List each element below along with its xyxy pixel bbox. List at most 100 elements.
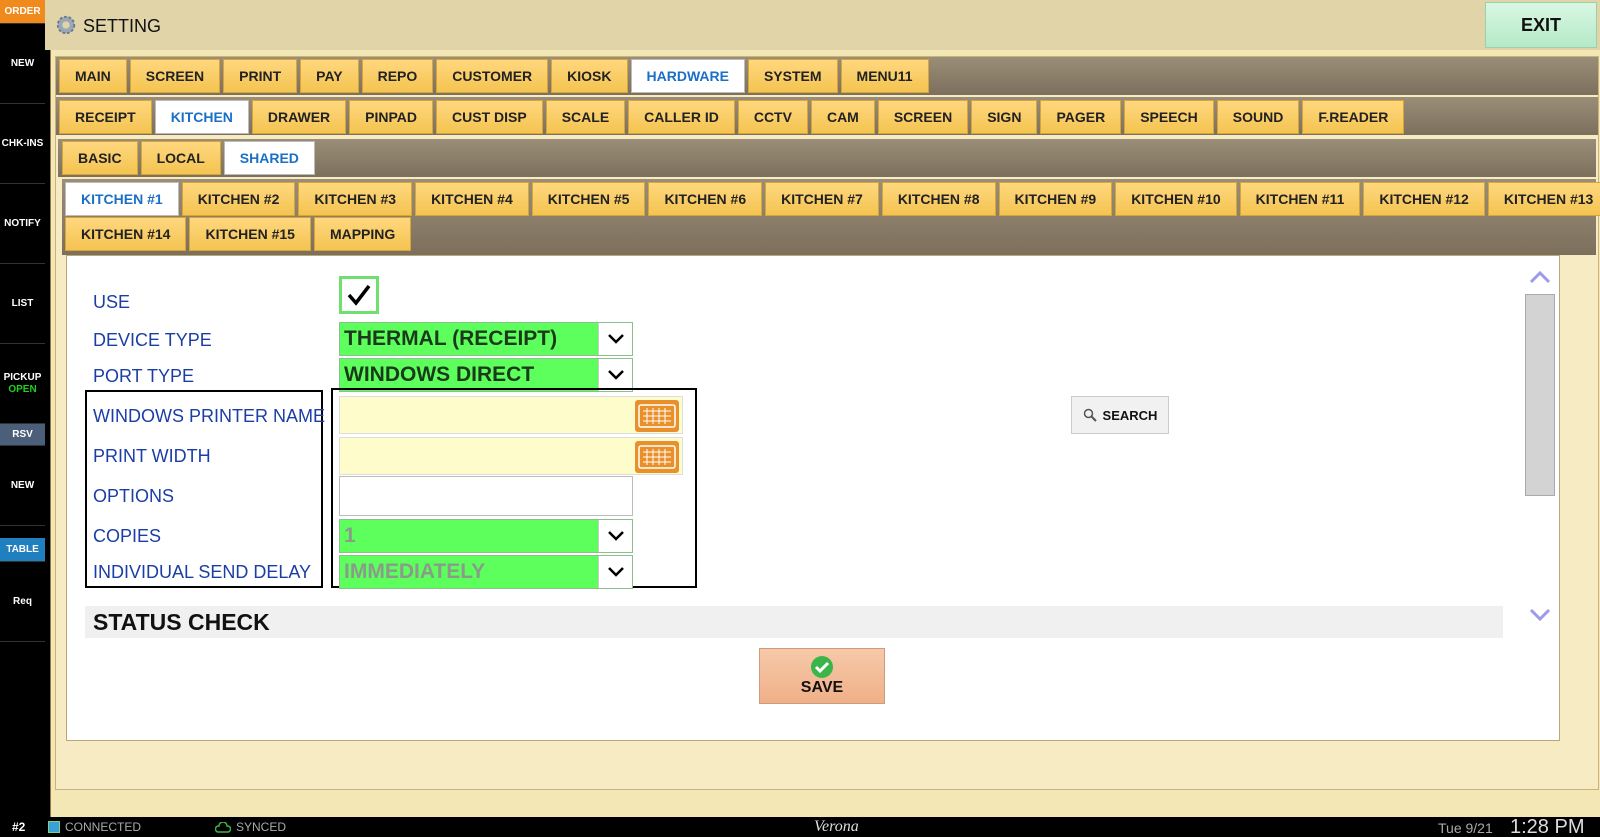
tab-kitchen-14[interactable]: KITCHEN #14 bbox=[65, 217, 187, 251]
tab-kitchen-13[interactable]: KITCHEN #13 bbox=[1487, 182, 1600, 216]
tab-sign[interactable]: SIGN bbox=[971, 100, 1038, 134]
kitchen-settings-panel: USE DEVICE TYPE THERMAL (RECEIPT) PORT T… bbox=[66, 255, 1560, 741]
tabs-hardware: RECEIPT KITCHEN DRAWER PINPAD CUST DISP … bbox=[56, 100, 1405, 134]
port-type-select[interactable]: WINDOWS DIRECT bbox=[339, 358, 633, 392]
sidebar-chk-ins[interactable]: CHK-INS bbox=[0, 104, 45, 184]
left-sidebar: ORDER NEW CHK-INS NOTIFY LIST PICKUP OPE… bbox=[0, 0, 45, 817]
chevron-up-icon[interactable] bbox=[1529, 268, 1551, 286]
sidebar-table[interactable]: TABLE bbox=[0, 538, 45, 562]
sidebar-req[interactable]: Req bbox=[0, 562, 45, 642]
tab-kiosk[interactable]: KIOSK bbox=[551, 59, 628, 93]
tab-main[interactable]: MAIN bbox=[59, 59, 127, 93]
tab-kitchen-10[interactable]: KITCHEN #10 bbox=[1115, 182, 1237, 216]
tab-pinpad[interactable]: PINPAD bbox=[349, 100, 434, 134]
tab-kitchen-1[interactable]: KITCHEN #1 bbox=[65, 182, 179, 216]
save-label: SAVE bbox=[800, 679, 844, 696]
print-width-input[interactable] bbox=[339, 437, 683, 475]
tab-customer[interactable]: CUSTOMER bbox=[436, 59, 549, 93]
tab-print[interactable]: PRINT bbox=[223, 59, 298, 93]
port-type-value: WINDOWS DIRECT bbox=[344, 363, 535, 386]
tab-basic[interactable]: BASIC bbox=[62, 141, 138, 175]
title-bar: SETTING EXIT bbox=[45, 0, 1600, 50]
options-label: OPTIONS bbox=[93, 486, 175, 506]
date-display: Tue 9/21 bbox=[1438, 820, 1493, 836]
vertical-scrollbar[interactable] bbox=[1523, 266, 1555, 634]
search-label: SEARCH bbox=[1102, 407, 1158, 423]
tab-kitchen-4[interactable]: KITCHEN #4 bbox=[415, 182, 529, 216]
keyboard-icon[interactable] bbox=[635, 441, 679, 473]
tab-pay[interactable]: PAY bbox=[300, 59, 359, 93]
sidebar-new-2[interactable]: NEW bbox=[0, 446, 45, 526]
tab-speech[interactable]: SPEECH bbox=[1124, 100, 1214, 134]
settings-inner: MAIN SCREEN PRINT PAY REPO CUSTOMER KIOS… bbox=[55, 56, 1600, 790]
save-button[interactable]: SAVE bbox=[759, 648, 885, 704]
tab-cust-disp[interactable]: CUST DISP bbox=[436, 100, 543, 134]
chevron-down-icon[interactable] bbox=[1529, 606, 1551, 624]
tab-receipt[interactable]: RECEIPT bbox=[59, 100, 152, 134]
use-label: USE bbox=[93, 292, 131, 312]
tab-kitchen-8[interactable]: KITCHEN #8 bbox=[881, 182, 996, 216]
sidebar-item-label: NOTIFY bbox=[4, 217, 41, 229]
exit-button[interactable]: EXIT bbox=[1485, 2, 1597, 48]
copies-select[interactable]: 1 bbox=[339, 519, 633, 553]
sidebar-rsv[interactable]: RSV bbox=[0, 424, 45, 446]
keyboard-icon[interactable] bbox=[635, 400, 679, 432]
tab-kitchen-7[interactable]: KITCHEN #7 bbox=[765, 182, 879, 216]
sidebar-notify[interactable]: NOTIFY bbox=[0, 184, 45, 264]
printer-name-input[interactable] bbox=[339, 396, 683, 434]
tab-shared[interactable]: SHARED bbox=[223, 141, 315, 175]
tab-pager[interactable]: PAGER bbox=[1040, 100, 1122, 134]
options-input[interactable] bbox=[339, 476, 633, 516]
tab-kitchen-11[interactable]: KITCHEN #11 bbox=[1239, 182, 1361, 216]
send-delay-label: INDIVIDUAL SEND DELAY bbox=[93, 562, 312, 582]
tab-kitchen-3[interactable]: KITCHEN #3 bbox=[298, 182, 413, 216]
connection-icon bbox=[48, 821, 60, 833]
chevron-down-icon bbox=[598, 323, 632, 355]
device-type-label: DEVICE TYPE bbox=[93, 330, 212, 350]
scrollbar-thumb[interactable] bbox=[1525, 294, 1555, 496]
tab-kitchen-15[interactable]: KITCHEN #15 bbox=[189, 217, 311, 251]
tab-f-reader[interactable]: F.READER bbox=[1302, 100, 1405, 134]
tab-screen[interactable]: SCREEN bbox=[129, 59, 221, 93]
sidebar-list[interactable]: LIST bbox=[0, 264, 45, 344]
tab-scale[interactable]: SCALE bbox=[545, 100, 626, 134]
tab-menu11[interactable]: MENU11 bbox=[840, 59, 929, 93]
tab-repo[interactable]: REPO bbox=[361, 59, 434, 93]
connection-status: CONNECTED bbox=[65, 820, 142, 834]
tab-local[interactable]: LOCAL bbox=[140, 141, 221, 175]
tab-sound[interactable]: SOUND bbox=[1216, 100, 1300, 134]
tab-hw-screen[interactable]: SCREEN bbox=[877, 100, 969, 134]
sidebar-new[interactable]: NEW bbox=[0, 24, 45, 104]
sidebar-order[interactable]: ORDER bbox=[0, 0, 45, 24]
tab-hardware[interactable]: HARDWARE bbox=[630, 59, 745, 93]
tab-caller-id[interactable]: CALLER ID bbox=[628, 100, 735, 134]
tab-kitchen-5[interactable]: KITCHEN #5 bbox=[531, 182, 646, 216]
sidebar-item-label: TABLE bbox=[6, 543, 39, 555]
device-type-select[interactable]: THERMAL (RECEIPT) bbox=[339, 322, 633, 356]
status-check-heading: STATUS CHECK bbox=[93, 609, 270, 635]
sidebar-item-label: RSV bbox=[12, 428, 33, 440]
use-checkbox[interactable] bbox=[339, 276, 379, 314]
sidebar-item-label: CHK-INS bbox=[1, 137, 44, 149]
tab-mapping[interactable]: MAPPING bbox=[313, 217, 412, 251]
tab-drawer[interactable]: DRAWER bbox=[251, 100, 347, 134]
printer-name-label: WINDOWS PRINTER NAME bbox=[93, 406, 325, 426]
tab-system[interactable]: SYSTEM bbox=[747, 59, 838, 93]
check-circle-icon bbox=[811, 656, 833, 678]
tab-cctv[interactable]: CCTV bbox=[737, 100, 808, 134]
sidebar-pickup[interactable]: PICKUP OPEN bbox=[0, 344, 45, 424]
send-delay-select[interactable]: IMMEDIATELY bbox=[339, 555, 633, 589]
tab-cam[interactable]: CAM bbox=[810, 100, 875, 134]
tab-kitchen[interactable]: KITCHEN bbox=[154, 100, 249, 134]
tab-kitchen-2[interactable]: KITCHEN #2 bbox=[181, 182, 296, 216]
app-root: ORDER NEW CHK-INS NOTIFY LIST PICKUP OPE… bbox=[0, 0, 1600, 837]
sidebar-item-label: NEW bbox=[10, 479, 35, 491]
search-button[interactable]: SEARCH bbox=[1071, 396, 1169, 434]
tab-kitchen-6[interactable]: KITCHEN #6 bbox=[648, 182, 763, 216]
station-number: #2 bbox=[12, 820, 26, 834]
sidebar-item-label: NEW bbox=[10, 57, 35, 69]
tab-kitchen-9[interactable]: KITCHEN #9 bbox=[998, 182, 1113, 216]
tab-kitchen-12[interactable]: KITCHEN #12 bbox=[1363, 182, 1485, 216]
copies-value: 1 bbox=[344, 524, 356, 547]
copies-label: COPIES bbox=[93, 526, 162, 546]
